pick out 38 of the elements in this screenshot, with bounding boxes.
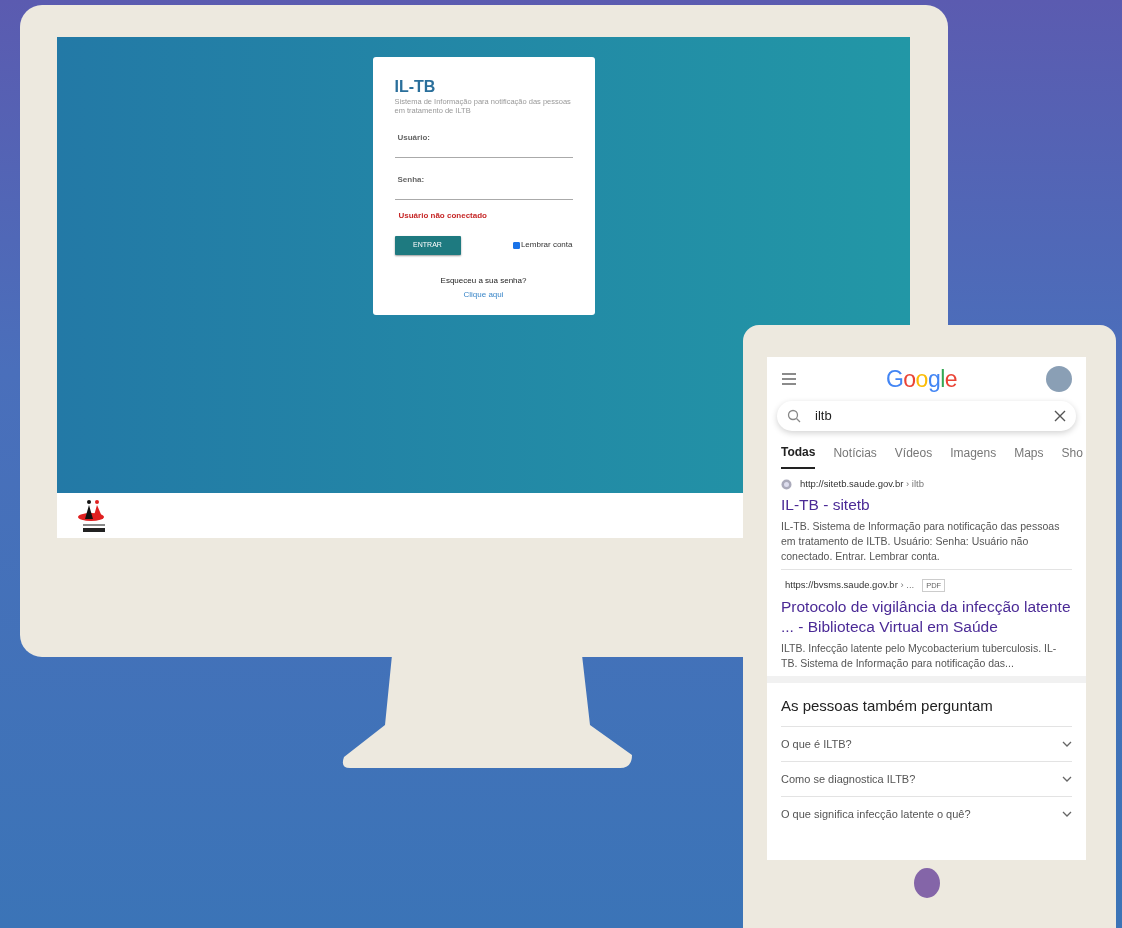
help-link[interactable]: Clique aqui	[394, 288, 573, 301]
question-item[interactable]: O que significa infecção latente o quê?	[781, 795, 1072, 831]
checkbox-label: Lembrar conta	[520, 239, 573, 252]
chevron-down-icon	[1062, 740, 1072, 747]
search-tab[interactable]: Maps	[1014, 443, 1044, 469]
forgot-password-text: Esqueceu a sua senha?	[439, 274, 528, 287]
result-title-link[interactable]: IL-TB - sitetb	[781, 495, 1072, 516]
chevron-down-icon	[1062, 810, 1072, 817]
field-label: Senha:	[397, 173, 426, 186]
search-icon	[787, 409, 801, 423]
result-snippet: IL-TB. Sistema de Informação para notificação das pessoas em tratamento de ILTB. Usuário: Senha: Usuário não conectado. Entrar. Lembrar conta.	[781, 519, 1061, 564]
question-text: O que é ILTB?	[781, 736, 852, 752]
app-title: IL-TB	[394, 79, 437, 95]
close-icon[interactable]	[1054, 410, 1066, 422]
question-item[interactable]: Como se diagnostica ILTB?	[781, 760, 1072, 796]
error-message: Usuário não conectado	[398, 209, 488, 222]
question-text: O que significa infecção latente o quê?	[781, 806, 971, 822]
search-tab[interactable]: Notícias	[833, 443, 877, 469]
result-snippet: ILTB. Infecção latente pelo Mycobacterium tuberculosis. IL-TB. Sistema de Informação para notificação das...	[781, 641, 1058, 671]
avatar-icon[interactable]	[1046, 366, 1072, 392]
field-label: Usuário:	[397, 131, 431, 144]
globe-icon	[781, 478, 792, 490]
menu-icon[interactable]	[781, 373, 797, 385]
result-title-link[interactable]: Protocolo de vigilância da infecção latente ... - Biblioteca Virtual em Saúde	[781, 596, 1072, 637]
section-heading: As pessoas também perguntam	[781, 696, 994, 717]
search-tab[interactable]: Imagens	[950, 443, 997, 469]
result-url: http://sitetb.saude.gov.br › iltb	[800, 477, 924, 491]
search-tab[interactable]: Todas	[781, 443, 816, 469]
result-url: https://bvsms.saude.gov.br › ...	[785, 578, 915, 593]
question-text: Como se diagnostica ILTB?	[781, 771, 916, 787]
search-input[interactable]: iltb	[813, 405, 1042, 427]
home-button[interactable]	[913, 868, 940, 898]
search-engine-logo: Google	[885, 364, 958, 394]
chevron-down-icon	[1062, 775, 1072, 782]
search-tab[interactable]: Vídeos	[894, 443, 933, 469]
checkbox[interactable]	[512, 241, 520, 249]
question-item[interactable]: O que é ILTB?	[781, 725, 1072, 761]
search-tab[interactable]: Sho	[1061, 443, 1083, 469]
